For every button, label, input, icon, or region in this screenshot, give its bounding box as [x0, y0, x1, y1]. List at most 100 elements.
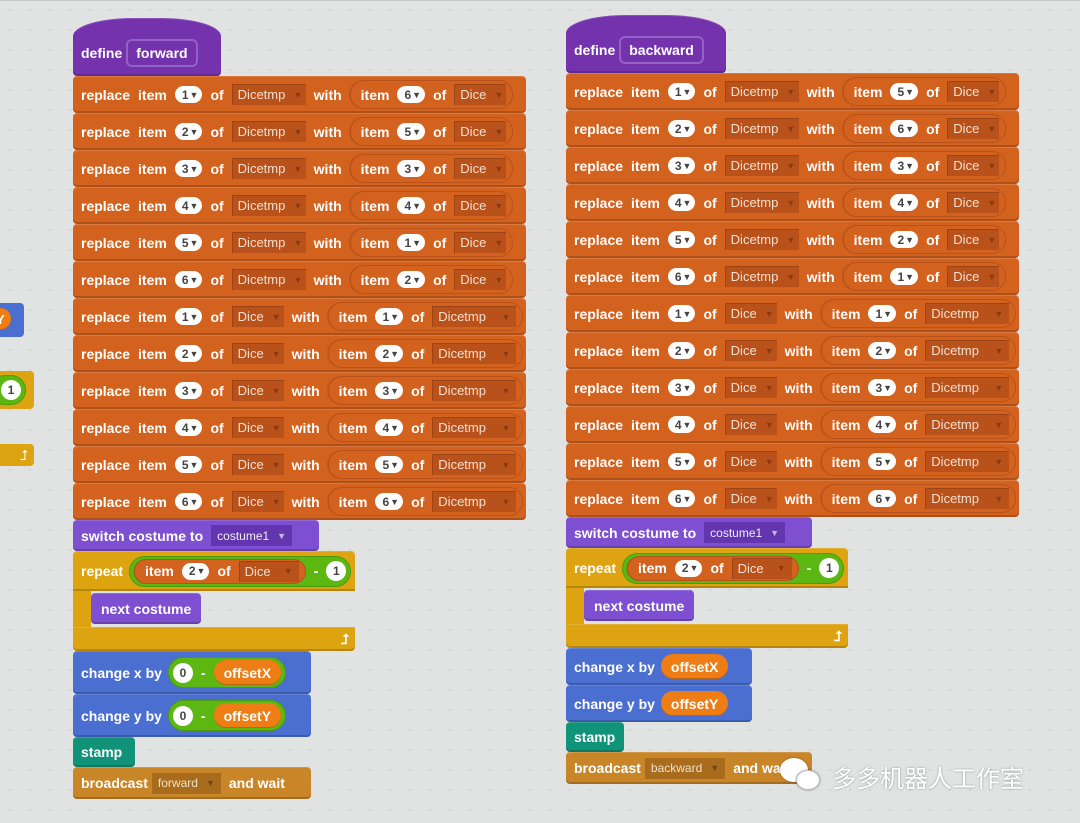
define-hat-block[interactable]: define backward [566, 15, 726, 73]
list-dropdown[interactable]: Dice ▼ [231, 306, 284, 327]
index-dropdown[interactable]: 3 ▼ [890, 157, 919, 174]
index-dropdown[interactable]: 1 ▼ [397, 234, 426, 251]
replace-item-block[interactable]: replace item 1 ▼ of Dicetmp ▼ with item 5 ▼ of Dice ▼ [566, 73, 1019, 110]
item-of-list-reporter[interactable]: item 4 ▼ of Dice ▼ [842, 188, 1007, 217]
list-dropdown[interactable]: Dice ▼ [947, 266, 1000, 287]
replace-item-block[interactable]: replace item 3 ▼ of Dice ▼ with item 3 ▼ of Dicetmp ▼ [73, 372, 526, 409]
replace-item-block[interactable]: replace item 1 ▼ of Dice ▼ with item 1 ▼ of Dicetmp ▼ [566, 295, 1019, 332]
index-dropdown[interactable]: 4 ▼ [397, 197, 426, 214]
list-dropdown[interactable]: Dicetmp ▼ [925, 414, 1010, 435]
index-dropdown[interactable]: 2 ▼ [397, 271, 426, 288]
replace-item-block[interactable]: replace item 6 ▼ of Dicetmp ▼ with item 1 ▼ of Dice ▼ [566, 258, 1019, 295]
subtract-operator[interactable]: 0- offsetX [167, 657, 287, 688]
item-of-list-reporter[interactable]: item 6 ▼ of Dice ▼ [842, 114, 1007, 143]
list-dropdown[interactable]: Dice ▼ [454, 158, 507, 179]
index-dropdown[interactable]: 1 ▼ [667, 305, 696, 322]
item-of-list-reporter[interactable]: item 2 ▼ of Dice ▼ [627, 555, 799, 581]
stamp-block[interactable]: stamp [73, 737, 135, 767]
list-dropdown[interactable]: Dicetmp ▼ [724, 81, 799, 102]
list-dropdown[interactable]: Dice ▼ [724, 451, 777, 472]
index-dropdown[interactable]: 6 ▼ [890, 120, 919, 137]
index-dropdown[interactable]: 4 ▼ [868, 416, 897, 433]
index-dropdown[interactable]: 3 ▼ [174, 382, 203, 399]
item-of-list-reporter[interactable]: item 2 ▼ of Dicetmp ▼ [327, 339, 524, 368]
next-costume-block[interactable]: next costume [91, 593, 202, 624]
item-of-list-reporter[interactable]: item 4 ▼ of Dice ▼ [349, 191, 514, 220]
subtract-operator[interactable]: item 2 ▼ of Dice ▼ -1 [622, 552, 845, 584]
index-dropdown[interactable]: 6 ▼ [667, 268, 696, 285]
list-dropdown[interactable]: Dicetmp ▼ [432, 380, 517, 401]
repeat-header[interactable]: repeat item 2 ▼ of Dice ▼ -1 [566, 548, 848, 588]
index-dropdown[interactable]: 2 ▼ [868, 342, 897, 359]
item-of-list-reporter[interactable]: item 5 ▼ of Dicetmp ▼ [327, 450, 524, 479]
number-input[interactable]: 1 [819, 558, 840, 578]
index-dropdown[interactable]: 6 ▼ [174, 493, 203, 510]
index-dropdown[interactable]: 4 ▼ [375, 419, 404, 436]
replace-item-block[interactable]: replace item 6 ▼ of Dicetmp ▼ with item 2 ▼ of Dice ▼ [73, 261, 526, 298]
list-dropdown[interactable]: Dice ▼ [454, 121, 507, 142]
switch-costume-block[interactable]: switch costume to costume1 ▼ [566, 517, 812, 548]
define-hat-block[interactable]: define forward [73, 18, 221, 76]
replace-item-block[interactable]: replace item 3 ▼ of Dice ▼ with item 3 ▼ of Dicetmp ▼ [566, 369, 1019, 406]
replace-item-block[interactable]: replace item 3 ▼ of Dicetmp ▼ with item 3 ▼ of Dice ▼ [73, 150, 526, 187]
item-of-list-reporter[interactable]: item 6 ▼ of Dicetmp ▼ [820, 484, 1017, 513]
list-dropdown[interactable]: Dicetmp ▼ [724, 229, 799, 250]
index-dropdown[interactable]: 2 ▼ [667, 342, 696, 359]
list-dropdown[interactable]: Dice ▼ [724, 303, 777, 324]
item-of-list-reporter[interactable]: item 5 ▼ of Dicetmp ▼ [820, 447, 1017, 476]
list-dropdown[interactable]: Dice ▼ [454, 232, 507, 253]
list-dropdown[interactable]: Dice ▼ [724, 488, 777, 509]
replace-item-block[interactable]: replace item 2 ▼ of Dice ▼ with item 2 ▼ of Dicetmp ▼ [73, 335, 526, 372]
replace-item-block[interactable]: replace item 2 ▼ of Dicetmp ▼ with item 6 ▼ of Dice ▼ [566, 110, 1019, 147]
index-dropdown[interactable]: 1 ▼ [174, 86, 203, 103]
index-dropdown[interactable]: 5 ▼ [174, 234, 203, 251]
item-of-list-reporter[interactable]: item 3 ▼ of Dicetmp ▼ [820, 373, 1017, 402]
list-dropdown[interactable]: Dicetmp ▼ [231, 195, 306, 216]
change-x-block[interactable]: change x by 0- offsetX [73, 651, 311, 694]
index-dropdown[interactable]: 2 ▼ [890, 231, 919, 248]
item-of-list-reporter[interactable]: item 2 ▼ of Dice ▼ [349, 265, 514, 294]
item-of-list-reporter[interactable]: item 1 ▼ of Dice ▼ [349, 228, 514, 257]
item-of-list-reporter[interactable]: item 1 ▼ of Dicetmp ▼ [327, 302, 524, 331]
item-of-list-reporter[interactable]: item 4 ▼ of Dicetmp ▼ [820, 410, 1017, 439]
list-dropdown[interactable]: Dicetmp ▼ [925, 303, 1010, 324]
index-dropdown[interactable]: 4 ▼ [667, 416, 696, 433]
index-dropdown[interactable]: 1 ▼ [375, 308, 404, 325]
item-of-list-reporter[interactable]: item 2 ▼ of Dice ▼ [842, 225, 1007, 254]
replace-item-block[interactable]: replace item 2 ▼ of Dicetmp ▼ with item 5 ▼ of Dice ▼ [73, 113, 526, 150]
index-dropdown[interactable]: 3 ▼ [174, 160, 203, 177]
item-of-list-reporter[interactable]: item 6 ▼ of Dice ▼ [349, 80, 514, 109]
replace-item-block[interactable]: replace item 3 ▼ of Dicetmp ▼ with item 3 ▼ of Dice ▼ [566, 147, 1019, 184]
index-dropdown[interactable]: 2 ▼ [174, 345, 203, 362]
index-dropdown[interactable]: 2 ▼ [667, 120, 696, 137]
list-dropdown[interactable]: Dice ▼ [947, 229, 1000, 250]
index-dropdown[interactable]: 5 ▼ [890, 83, 919, 100]
next-costume-block[interactable]: next costume [584, 590, 695, 621]
replace-item-block[interactable]: replace item 4 ▼ of Dice ▼ with item 4 ▼ of Dicetmp ▼ [73, 409, 526, 446]
number-input[interactable]: 1 [326, 561, 347, 581]
index-dropdown[interactable]: 3 ▼ [868, 379, 897, 396]
index-dropdown[interactable]: 3 ▼ [375, 382, 404, 399]
index-dropdown[interactable]: 6 ▼ [174, 271, 203, 288]
change-y-block[interactable]: change y by 0- offsetY [73, 694, 311, 737]
list-dropdown[interactable]: Dicetmp ▼ [925, 451, 1010, 472]
index-dropdown[interactable]: 3 ▼ [667, 157, 696, 174]
repeat-block[interactable]: repeat item 2 ▼ of Dice ▼ -1 next costume ⮥ [566, 548, 848, 648]
list-dropdown[interactable]: Dice ▼ [947, 118, 1000, 139]
index-dropdown[interactable]: 3 ▼ [397, 160, 426, 177]
index-dropdown[interactable]: 6 ▼ [375, 493, 404, 510]
index-dropdown[interactable]: 6 ▼ [397, 86, 426, 103]
replace-item-block[interactable]: replace item 5 ▼ of Dicetmp ▼ with item 1 ▼ of Dice ▼ [73, 224, 526, 261]
list-dropdown[interactable]: Dice ▼ [947, 81, 1000, 102]
list-dropdown[interactable]: Dicetmp ▼ [231, 269, 306, 290]
index-dropdown[interactable]: 1 ▼ [890, 268, 919, 285]
item-of-list-reporter[interactable]: item 5 ▼ of Dice ▼ [842, 77, 1007, 106]
list-dropdown[interactable]: Dice ▼ [454, 195, 507, 216]
index-dropdown[interactable]: 4 ▼ [890, 194, 919, 211]
item-of-list-reporter[interactable]: item 4 ▼ of Dicetmp ▼ [327, 413, 524, 442]
partial-repeat-bottom[interactable]: ⮥ [0, 444, 34, 466]
message-dropdown[interactable]: forward ▼ [151, 772, 221, 794]
index-dropdown[interactable]: 4 ▼ [174, 197, 203, 214]
list-dropdown[interactable]: Dicetmp ▼ [231, 232, 306, 253]
index-dropdown[interactable]: 5 ▼ [397, 123, 426, 140]
